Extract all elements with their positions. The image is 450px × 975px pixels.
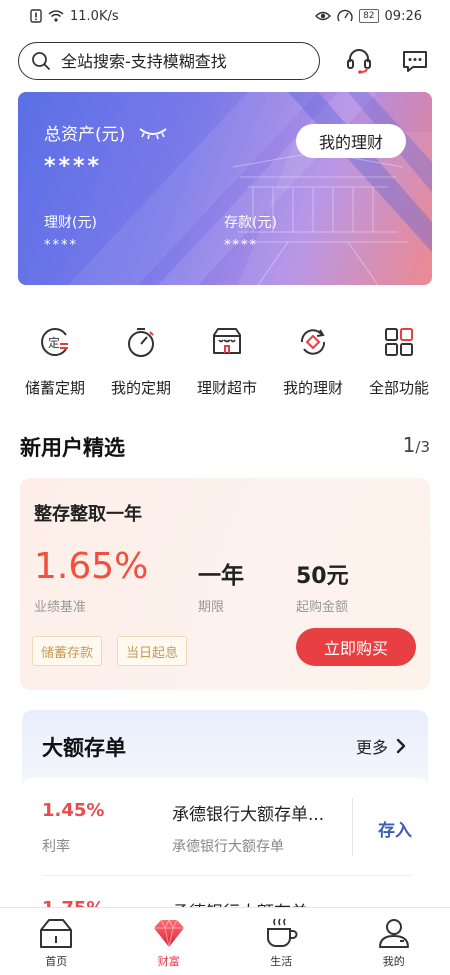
deposit-row[interactable]: 1.45% 利率 承德银行大额存单... 承德银行大额存单 存入: [22, 778, 428, 876]
sim-alert-icon: [30, 9, 42, 23]
status-right: 82 09:26: [315, 9, 422, 24]
product-min-amount: 50元: [296, 564, 349, 589]
nav-label: 我的: [382, 955, 405, 968]
nav-wealth[interactable]: 财富: [113, 908, 226, 975]
network-speed: 11.0K/s: [70, 8, 119, 24]
finance-value: ****: [44, 238, 78, 253]
large-deposit-card: 大额存单 更多 1.45% 利率 承德银行大额存单... 承德银行大额存单 存入…: [22, 710, 428, 910]
finance-label: 理财(元): [44, 215, 97, 231]
diamond-icon: [153, 918, 184, 948]
quick-label: 全部功能: [368, 379, 429, 397]
user-icon: [378, 919, 409, 948]
timer-icon: [128, 328, 154, 357]
nav-label: 财富: [157, 955, 180, 968]
carousel-pager: 1/3: [403, 433, 430, 457]
deposit-button[interactable]: 存入: [378, 816, 412, 841]
product-rate-label: 业绩基准: [34, 600, 87, 615]
refresh-diamond-icon: [300, 329, 326, 355]
bottom-nav: 首页 财富 生活 我的: [0, 907, 450, 975]
new-user-section-title: 新用户精选: [20, 436, 125, 460]
deposit-rate: 1.45%: [42, 800, 105, 821]
message-button[interactable]: [400, 46, 430, 76]
headset-icon: [347, 49, 371, 74]
quick-label: 我的定期: [110, 379, 171, 397]
nav-home[interactable]: 首页: [0, 908, 113, 975]
my-finance-button[interactable]: 我的理财: [296, 124, 406, 158]
quick-item-fixed-deposit[interactable]: 定 储蓄定期: [12, 325, 98, 398]
quick-label: 理财超市: [196, 379, 257, 397]
home-icon: [40, 919, 73, 948]
chevron-right-icon: [396, 738, 406, 754]
product-tag: 储蓄存款: [32, 636, 103, 666]
quick-item-finance-market[interactable]: 理财超市: [184, 325, 270, 398]
deposit-subtitle: 承德银行大额存单: [172, 839, 284, 855]
svg-text:定: 定: [48, 335, 60, 350]
coffee-icon: [267, 918, 298, 947]
pager-current: 1: [402, 433, 416, 457]
deposit-label: 存款(元): [224, 215, 277, 231]
deposit-rate-label: 利率: [42, 839, 70, 855]
status-bar: 11.0K/s 82 09:26: [0, 0, 450, 32]
quick-entries: 定 储蓄定期 我的定期 理财超市 我的理财 全部功能: [0, 325, 450, 398]
deposit-list: 1.45% 利率 承德银行大额存单... 承德银行大额存单 存入 1.75% 承…: [22, 778, 428, 910]
deposit-name: 承德银行大额存单...: [172, 805, 325, 825]
product-min-amount-label: 起购金额: [296, 600, 349, 615]
product-term-label: 期限: [198, 600, 225, 615]
battery-level: 82: [359, 9, 379, 23]
product-card[interactable]: 整存整取一年 1.65% 业绩基准 一年 期限 50元 起购金额 储蓄存款 当日…: [20, 478, 430, 690]
grid-icon: [385, 328, 413, 356]
deposit-row[interactable]: 1.75% 承德银行大额存单...: [22, 876, 428, 910]
total-assets-value: ****: [44, 154, 103, 179]
message-icon: [403, 51, 427, 72]
deposit-value: ****: [224, 238, 258, 253]
customer-service-button[interactable]: [344, 46, 374, 76]
nav-label: 首页: [45, 955, 68, 968]
buy-now-button[interactable]: 立即购买: [296, 628, 416, 666]
wifi-icon: [48, 10, 64, 22]
quick-item-my-fixed[interactable]: 我的定期: [98, 325, 184, 398]
search-bar[interactable]: [18, 42, 320, 80]
quick-label: 储蓄定期: [24, 379, 85, 397]
more-link[interactable]: 更多: [356, 734, 406, 758]
header: [18, 42, 432, 80]
product-tag: 当日起息: [117, 636, 188, 666]
status-left: 11.0K/s: [30, 9, 119, 24]
more-label: 更多: [355, 738, 388, 757]
total-assets-label: 总资产(元): [44, 125, 126, 145]
speed-icon: [337, 9, 353, 22]
product-rate: 1.65%: [34, 546, 149, 587]
pager-total: /3: [415, 438, 430, 456]
clock: 09:26: [384, 8, 422, 24]
search-input[interactable]: [61, 51, 291, 71]
quick-item-my-finance[interactable]: 我的理财: [270, 325, 356, 398]
eye-comfort-icon: [315, 11, 332, 21]
asset-card[interactable]: 总资产(元) **** 我的理财 理财(元) **** 存款(元) ****: [18, 92, 432, 285]
large-deposit-title: 大额存单: [42, 736, 126, 760]
store-icon: [213, 328, 241, 354]
divider: [352, 798, 353, 856]
search-icon: [32, 52, 50, 70]
hide-amount-icon[interactable]: [138, 126, 168, 140]
nav-mine[interactable]: 我的: [338, 908, 450, 975]
product-name: 整存整取一年: [34, 504, 142, 525]
product-term: 一年: [198, 563, 244, 589]
fixed-deposit-icon: 定: [41, 328, 68, 356]
quick-label: 我的理财: [282, 379, 343, 397]
nav-label: 生活: [270, 955, 293, 968]
quick-item-all-functions[interactable]: 全部功能: [356, 325, 442, 398]
nav-life[interactable]: 生活: [225, 908, 338, 975]
